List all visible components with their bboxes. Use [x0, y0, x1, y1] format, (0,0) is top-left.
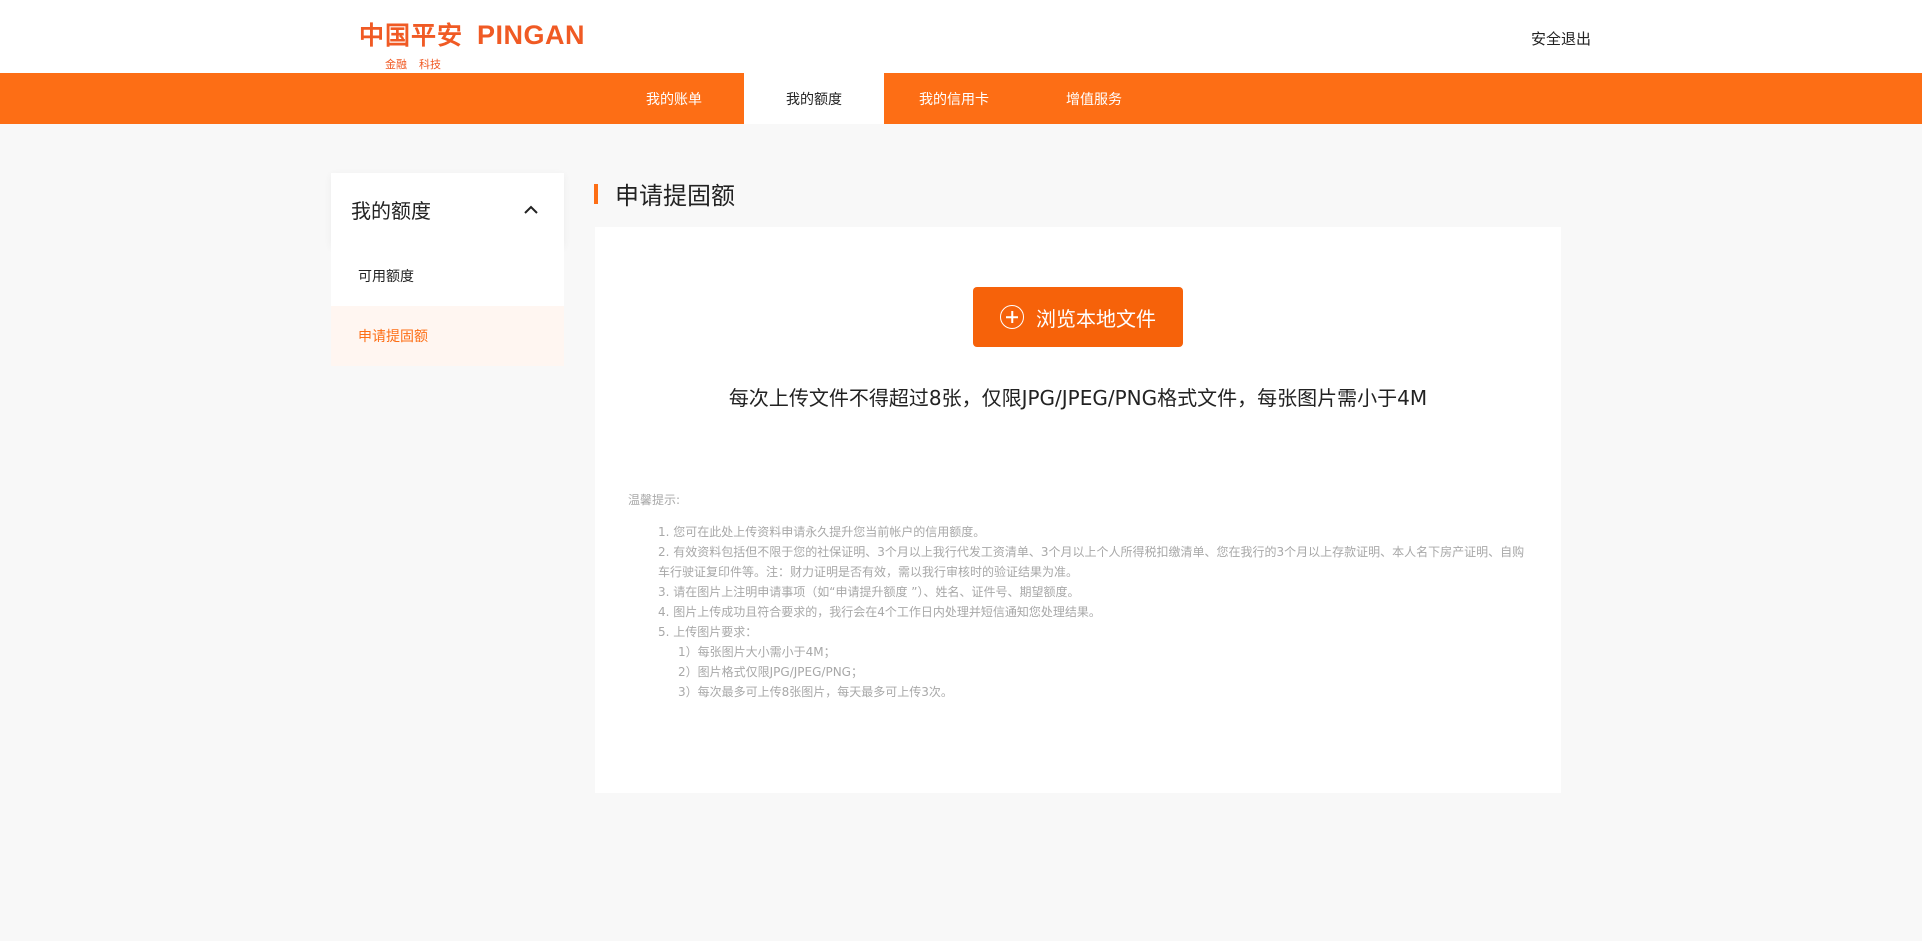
- chevron-up-icon: [524, 205, 538, 214]
- upload-panel: 浏览本地文件 每次上传文件不得超过8张，仅限JPG/JPEG/PNG格式文件，每…: [595, 227, 1561, 793]
- tip-item: 5. 上传图片要求：: [658, 625, 758, 639]
- nav-item-credit-limit[interactable]: 我的额度: [744, 73, 884, 124]
- sidebar-item-available-limit[interactable]: 可用额度: [331, 246, 564, 306]
- section-heading: 申请提固额: [594, 176, 735, 211]
- top-header: 中国平安 PINGAN 金融 科技 安全退出: [0, 0, 1922, 73]
- page-title: 申请提固额: [615, 182, 735, 210]
- tip-item: 1. 您可在此处上传资料申请永久提升您当前帐户的信用额度。: [658, 525, 986, 539]
- logout-link[interactable]: 安全退出: [1531, 28, 1591, 49]
- tip-item: 4. 图片上传成功且符合要求的，我行会在4个工作日内处理并短信通知您处理结果。: [658, 605, 1101, 619]
- tips-title: 温馨提示:: [628, 493, 681, 507]
- logo-tagline-1: 金融: [385, 58, 407, 71]
- browse-local-files-button[interactable]: 浏览本地文件: [973, 287, 1183, 347]
- sidebar-item-apply-limit-increase[interactable]: 申请提固额: [331, 306, 564, 366]
- logo-tagline: 金融 科技: [385, 56, 585, 72]
- tips-list: 1. 您可在此处上传资料申请永久提升您当前帐户的信用额度。 2. 有效资料包括但…: [628, 522, 1528, 702]
- tip-item: 2. 有效资料包括但不限于您的社保证明、3个月以上我行代发工资清单、3个月以上个…: [658, 545, 1525, 559]
- tip-subitem: 1）每张图片大小需小于4M；: [678, 645, 836, 659]
- tip-item: 3. 请在图片上注明申请事项（如“申请提升额度 ”）、姓名、证件号、期望额度。: [658, 585, 1080, 599]
- main-navbar: 我的账单 我的额度 我的信用卡 增值服务: [0, 73, 1922, 124]
- upload-requirements-text: 每次上传文件不得超过8张，仅限JPG/JPEG/PNG格式文件，每张图片需小于4…: [728, 386, 1428, 410]
- logo-wordmark: 中国平安 PINGAN: [359, 16, 585, 52]
- logo-tagline-2: 科技: [419, 58, 441, 71]
- browse-button-label: 浏览本地文件: [1036, 306, 1156, 331]
- plus-circle-icon: [1000, 305, 1024, 329]
- sidebar-group-title: 我的额度: [351, 199, 431, 223]
- pingan-logo[interactable]: 中国平安 PINGAN 金融 科技: [359, 16, 585, 72]
- nav-item-value-added-services[interactable]: 增值服务: [1024, 73, 1164, 124]
- logo-cn-text: 中国平安: [359, 21, 464, 50]
- logo-en-text: PINGAN: [477, 20, 586, 50]
- tip-item-continued: 车行驶证复印件等。注：财力证明是否有效，需以我行审核时的验证结果为准。: [658, 565, 1079, 579]
- title-accent-bar: [594, 183, 598, 204]
- tip-subitem: 2）图片格式仅限JPG/JPEG/PNG；: [678, 665, 863, 679]
- sidebar: 我的额度 可用额度 申请提固额: [331, 173, 564, 366]
- tip-subitem: 3）每次最多可上传8张图片，每天最多可上传3次。: [678, 685, 953, 699]
- sidebar-group-header[interactable]: 我的额度: [331, 173, 564, 246]
- tips-block: 温馨提示: 1. 您可在此处上传资料申请永久提升您当前帐户的信用额度。 2. 有…: [628, 490, 1528, 702]
- nav-item-bills[interactable]: 我的账单: [604, 73, 744, 124]
- nav-item-credit-cards[interactable]: 我的信用卡: [884, 73, 1024, 124]
